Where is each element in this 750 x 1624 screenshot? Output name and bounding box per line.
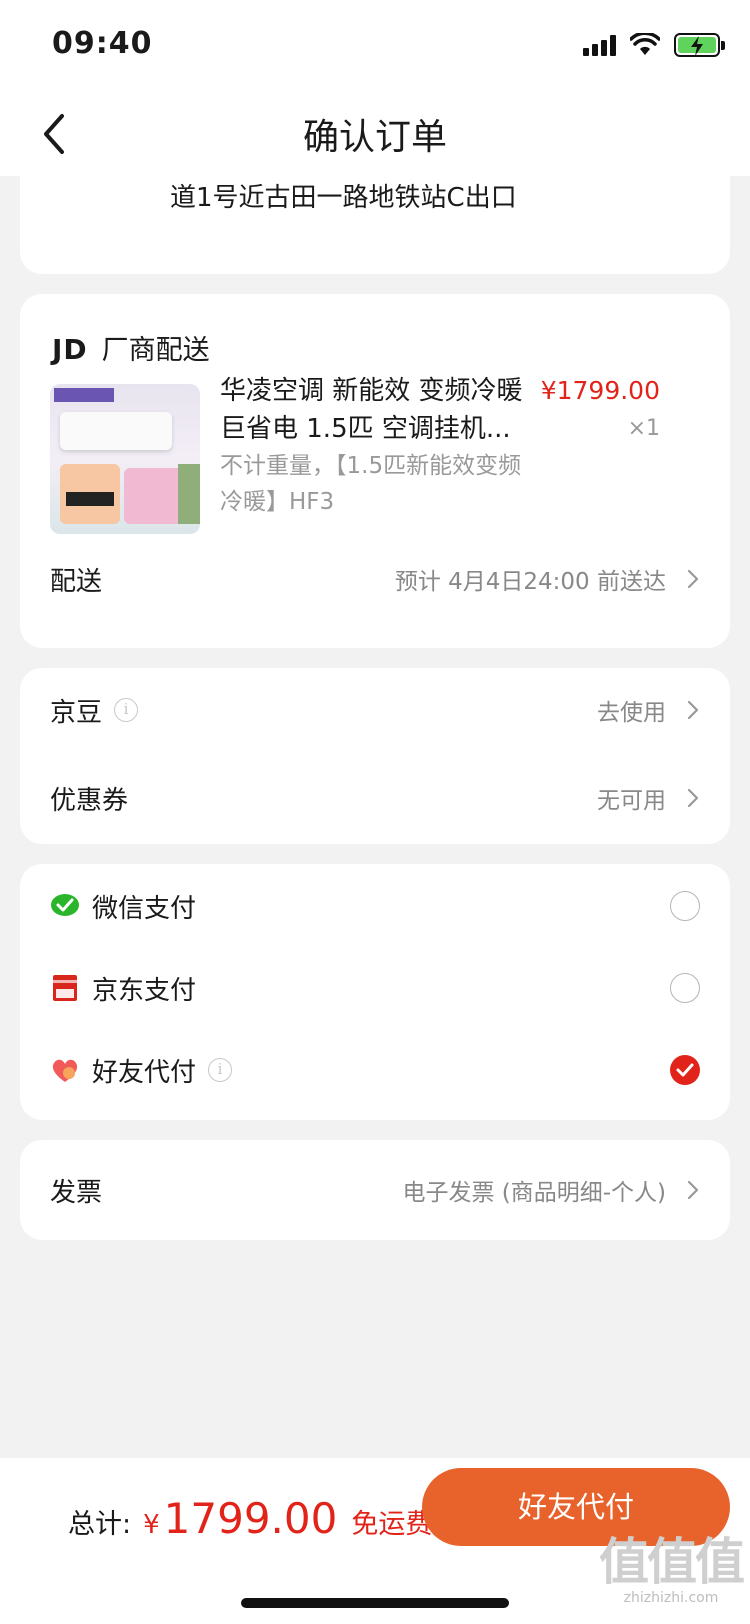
product-quantity: ×1 [627, 416, 660, 441]
payment-label-wechat: 微信支付 [92, 893, 197, 924]
delivery-label: 配送 [50, 566, 103, 597]
checkmark-icon [676, 1063, 694, 1077]
payment-label-friend: 好友代付 [92, 1057, 197, 1088]
coupon-row[interactable]: 优惠券 无可用 [50, 778, 700, 818]
order-total: 总计: ¥ 1799.00 免运费 [68, 1494, 432, 1543]
page-title: 确认订单 [302, 117, 447, 158]
bottom-bar: 总计: ¥ 1799.00 免运费 好友代付 值值值 zhizhizhi.com [0, 1458, 750, 1624]
payment-option-jd[interactable]: 京东支付 [50, 968, 700, 1008]
status-icons [583, 30, 725, 60]
chevron-right-icon [687, 1180, 699, 1200]
coupon-value: 无可用 [597, 788, 666, 814]
product-card: JD 厂商配送 华凌空调 新能效 变频冷暖巨省电 1.5匹 空调挂机... ¥1… [20, 294, 730, 648]
radio-wechat[interactable] [670, 891, 700, 921]
invoice-row[interactable]: 发票 电子发票 (商品明细-个人) [50, 1170, 700, 1210]
delivery-row[interactable]: 配送 预计 4月4日24:00 前送达 [50, 559, 700, 599]
total-currency: ¥ [143, 1510, 160, 1540]
product-title[interactable]: 华凌空调 新能效 变频冷暖巨省电 1.5匹 空调挂机... [220, 372, 540, 448]
shop-header: JD 厂商配送 [52, 328, 210, 367]
nav-bar: 确认订单 [0, 90, 750, 176]
invoice-value: 电子发票 (商品明细-个人) [402, 1180, 666, 1206]
payment-option-friend[interactable]: 好友代付 i [50, 1050, 700, 1090]
invoice-card: 发票 电子发票 (商品明细-个人) [20, 1140, 730, 1240]
radio-jd[interactable] [670, 973, 700, 1003]
payment-label-jd: 京东支付 [92, 975, 197, 1006]
friend-pay-icon [52, 1059, 78, 1082]
shop-name: 厂商配送 [101, 335, 210, 366]
radio-friend-checked[interactable] [670, 1055, 700, 1085]
wechat-pay-icon [51, 894, 79, 916]
watermark-logo: 值值值 [599, 1533, 745, 1591]
signal-icon [583, 34, 616, 56]
jd-pay-icon [53, 975, 77, 1001]
coupon-label: 优惠券 [50, 785, 129, 816]
watermark-url: zhizhizhi.com [623, 1590, 719, 1606]
jd-beans-row[interactable]: 京豆 i 去使用 [50, 690, 700, 730]
total-label: 总计: [68, 1509, 132, 1540]
payment-card: 微信支付 京东支付 好友代付 i [20, 864, 730, 1120]
chevron-right-icon [687, 700, 699, 720]
free-shipping-label: 免运费 [351, 1509, 433, 1540]
total-amount: 1799.00 [163, 1494, 338, 1543]
jd-beans-label: 京豆 [50, 697, 103, 728]
chevron-right-icon [687, 788, 699, 808]
address-text: 道1号近古田一路地铁站C出口 [170, 183, 517, 213]
jd-logo: JD [52, 333, 88, 366]
chevron-right-icon [687, 569, 699, 589]
home-indicator [241, 1598, 509, 1608]
address-card[interactable]: 道1号近古田一路地铁站C出口 [20, 176, 730, 274]
payment-option-wechat[interactable]: 微信支付 [50, 886, 700, 926]
invoice-label: 发票 [50, 1177, 103, 1208]
product-image[interactable] [50, 384, 200, 534]
status-bar: 09:40 [0, 0, 750, 90]
wifi-icon [630, 33, 660, 55]
status-time: 09:40 [52, 26, 153, 61]
product-spec: 不计重量，【1.5匹新能效变频冷暖】HF3 [220, 453, 522, 515]
watermark: 值值值 zhizhizhi.com [596, 1534, 746, 1606]
discount-card: 京豆 i 去使用 优惠券 无可用 [20, 668, 730, 844]
battery-icon [674, 33, 725, 57]
info-icon[interactable]: i [114, 698, 139, 722]
delivery-value: 预计 4月4日24:00 前送达 [394, 569, 666, 595]
product-price: ¥1799.00 [540, 376, 660, 405]
info-icon[interactable]: i [208, 1058, 233, 1082]
jd-beans-value: 去使用 [597, 700, 666, 726]
